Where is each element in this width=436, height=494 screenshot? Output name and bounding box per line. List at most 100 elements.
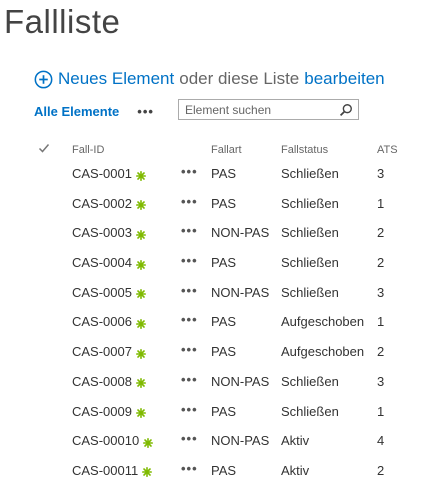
- case-type: PAS: [211, 344, 237, 360]
- case-status: Aufgeschoben: [281, 344, 365, 360]
- case-id-link[interactable]: CAS-0009: [72, 404, 146, 419]
- new-item-asterisk-icon: [135, 376, 146, 389]
- case-type: PAS: [211, 314, 237, 330]
- new-item-asterisk-icon: [135, 317, 146, 329]
- case-status: Schließen: [281, 284, 339, 300]
- case-id-link[interactable]: CAS-0007: [72, 344, 146, 359]
- case-id-text[interactable]: CAS-0008: [72, 374, 132, 389]
- case-type: PAS: [211, 255, 237, 271]
- case-id-text[interactable]: CAS-0006: [72, 314, 132, 329]
- case-type: NON-PAS: [211, 433, 270, 449]
- row-more-button[interactable]: •••: [181, 223, 198, 238]
- case-id-text[interactable]: CAS-0007: [72, 344, 132, 359]
- new-item-asterisk-icon: [135, 347, 146, 359]
- table-row[interactable]: CAS-0004 ••• PAS Schließen 2: [0, 251, 436, 281]
- case-ats: 3: [377, 373, 385, 389]
- row-more-button[interactable]: •••: [181, 461, 198, 476]
- case-type: PAS: [211, 166, 237, 181]
- case-status: Schließen: [281, 373, 339, 389]
- case-id-link[interactable]: CAS-0002: [72, 196, 146, 211]
- table-row[interactable]: CAS-00010 ••• NON-PAS Aktiv 4: [0, 429, 436, 459]
- row-more-button[interactable]: •••: [181, 372, 198, 387]
- checkmark-icon[interactable]: [38, 142, 50, 154]
- column-header-status[interactable]: Fallstatus: [281, 144, 328, 156]
- case-status: Schließen: [281, 255, 339, 271]
- edit-list-link[interactable]: bearbeiten: [304, 69, 384, 89]
- case-id-text[interactable]: CAS-0001: [72, 166, 132, 181]
- case-ats: 1: [377, 195, 385, 211]
- case-type: PAS: [211, 403, 237, 419]
- row-more-button[interactable]: •••: [181, 283, 198, 298]
- case-id-text[interactable]: CAS-00010: [72, 433, 139, 448]
- new-item-asterisk-icon: [135, 287, 146, 300]
- case-status: Schließen: [281, 166, 339, 181]
- new-item-asterisk-icon: [135, 169, 146, 181]
- table-body: CAS-0001 ••• PAS Schließen 3 CAS-0002 ••• PAS Sc…: [0, 162, 436, 489]
- case-id-link[interactable]: CAS-0008: [72, 374, 146, 389]
- new-item-bar: Neues Element oder diese Liste bearbeite…: [34, 66, 385, 92]
- table-row[interactable]: CAS-0001 ••• PAS Schließen 3: [0, 162, 436, 192]
- column-header-ats[interactable]: ATS: [377, 144, 398, 156]
- case-id-link[interactable]: CAS-0005: [72, 285, 146, 300]
- case-ats: 2: [377, 462, 385, 478]
- view-all-items-tab[interactable]: Alle Elemente: [34, 104, 119, 119]
- plus-circle-icon[interactable]: [34, 70, 53, 89]
- row-more-button[interactable]: •••: [181, 312, 198, 327]
- case-ats: 4: [377, 433, 385, 449]
- table-row[interactable]: CAS-0006 ••• PAS Aufgeschoben 1: [0, 310, 436, 340]
- case-status: Schließen: [281, 403, 339, 419]
- case-status: Aktiv: [281, 462, 310, 478]
- case-status: Aufgeschoben: [281, 314, 365, 330]
- case-id-link[interactable]: CAS-0003: [72, 225, 146, 240]
- view-more-button[interactable]: •••: [137, 104, 154, 119]
- row-more-button[interactable]: •••: [181, 194, 198, 209]
- new-item-asterisk-icon: [135, 406, 146, 418]
- column-header-id[interactable]: Fall-ID: [72, 144, 104, 156]
- case-id-text[interactable]: CAS-0003: [72, 225, 132, 240]
- new-item-asterisk-icon: [135, 228, 146, 240]
- table-row[interactable]: CAS-0003 ••• NON-PAS Schließen 2: [0, 221, 436, 251]
- case-id-text[interactable]: CAS-0004: [72, 255, 132, 270]
- row-more-button[interactable]: •••: [181, 253, 198, 268]
- case-id-link[interactable]: CAS-00011: [72, 463, 153, 478]
- or-edit-text: oder diese Liste: [179, 69, 300, 88]
- row-more-button[interactable]: •••: [181, 342, 198, 357]
- case-type: PAS: [211, 462, 237, 478]
- magnifier-icon[interactable]: [339, 103, 353, 117]
- case-ats: 2: [377, 255, 385, 271]
- case-id-link[interactable]: CAS-0006: [72, 314, 146, 329]
- page-title: Fallliste: [4, 3, 121, 40]
- new-item-link[interactable]: Neues Element: [58, 69, 174, 89]
- table-row[interactable]: CAS-0009 ••• PAS Schließen 1: [0, 400, 436, 430]
- case-id-link[interactable]: CAS-0001: [72, 166, 146, 181]
- list-table: Fall-ID Fallart Fallstatus ATS CAS-0001 •…: [0, 138, 436, 489]
- case-id-text[interactable]: CAS-0002: [72, 196, 132, 211]
- case-type: PAS: [211, 195, 237, 211]
- view-bar: Alle Elemente •••: [34, 98, 414, 124]
- table-row[interactable]: CAS-0005 ••• NON-PAS Schließen 3: [0, 281, 436, 311]
- table-row[interactable]: CAS-00011 ••• PAS Aktiv 2: [0, 459, 436, 489]
- new-item-asterisk-icon: [135, 258, 146, 270]
- case-type: NON-PAS: [211, 225, 270, 241]
- case-id-link[interactable]: CAS-00010: [72, 433, 154, 448]
- case-id-text[interactable]: CAS-0005: [72, 285, 132, 300]
- case-id-text[interactable]: CAS-00011: [72, 463, 138, 478]
- table-row[interactable]: CAS-0002 ••• PAS Schließen 1: [0, 192, 436, 222]
- new-item-asterisk-icon: [143, 436, 154, 448]
- row-more-button[interactable]: •••: [181, 402, 198, 417]
- table-header: Fall-ID Fallart Fallstatus ATS: [0, 138, 436, 162]
- case-id-text[interactable]: CAS-0009: [72, 404, 132, 419]
- case-id-link[interactable]: CAS-0004: [72, 255, 146, 270]
- new-item-asterisk-icon: [142, 465, 153, 478]
- row-more-button[interactable]: •••: [181, 164, 198, 179]
- table-row[interactable]: CAS-0007 ••• PAS Aufgeschoben 2: [0, 340, 436, 370]
- row-more-button[interactable]: •••: [181, 431, 198, 446]
- case-ats: 1: [377, 314, 385, 330]
- case-ats: 3: [377, 284, 385, 300]
- search-input[interactable]: [179, 100, 335, 119]
- column-header-type[interactable]: Fallart: [211, 144, 242, 156]
- table-row[interactable]: CAS-0008 ••• NON-PAS Schließen 3: [0, 370, 436, 400]
- case-ats: 1: [377, 403, 385, 419]
- case-ats: 2: [377, 225, 385, 241]
- new-item-asterisk-icon: [135, 198, 146, 211]
